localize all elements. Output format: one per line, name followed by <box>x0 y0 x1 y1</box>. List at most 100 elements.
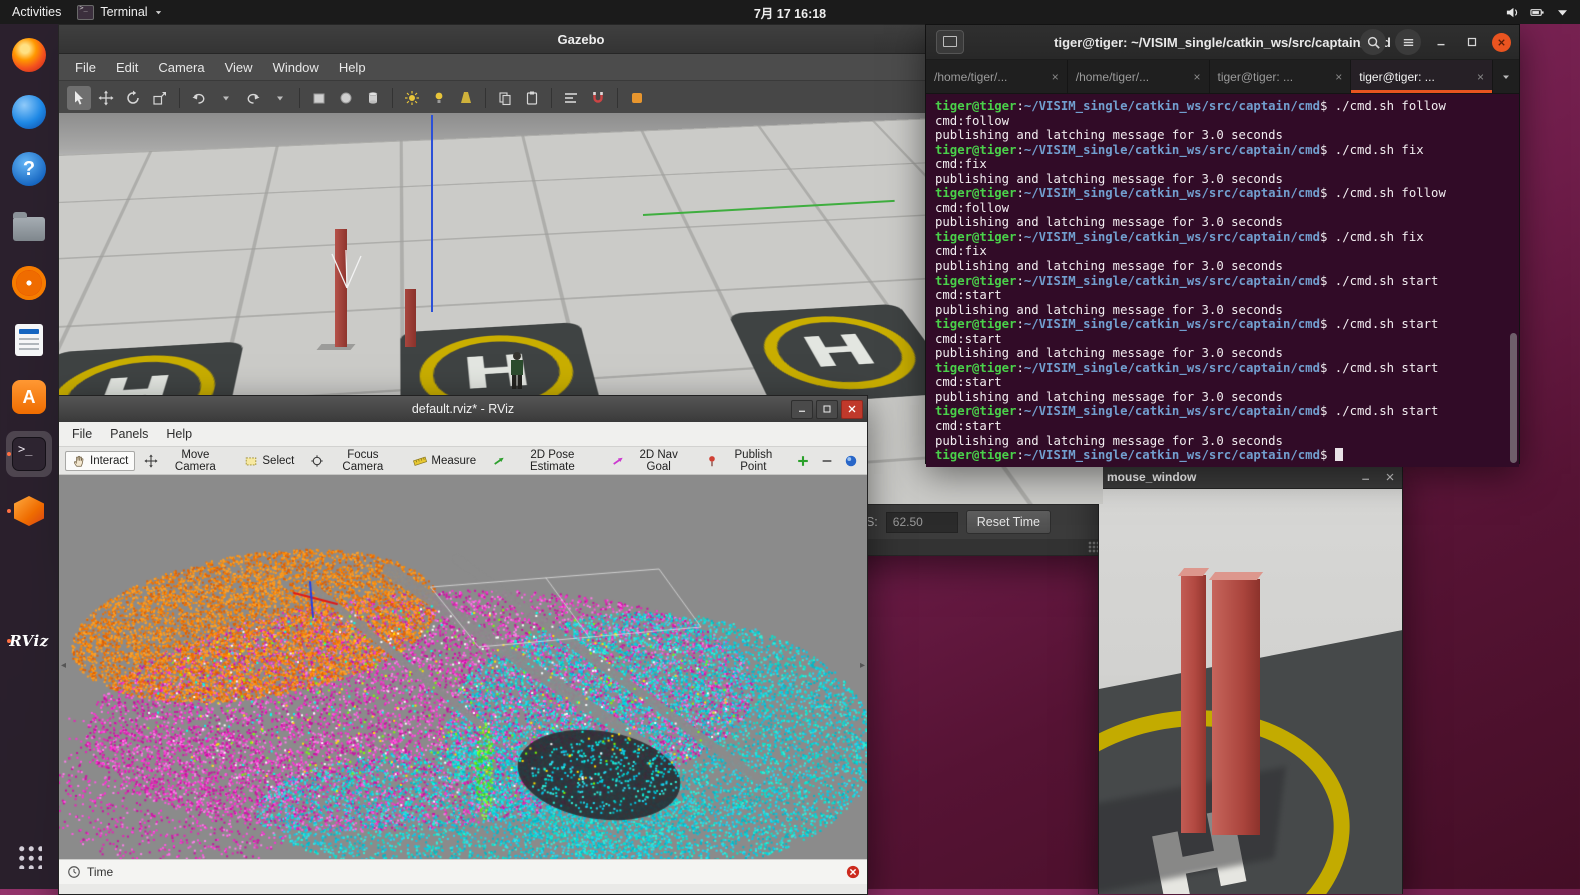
rotate-tool-button[interactable] <box>121 86 145 110</box>
prompt-path: ~/VISIM_single/catkin_ws/src/captain/cmd <box>1024 448 1320 462</box>
rviz-toolbar: InteractMove CameraSelectFocus CameraMea… <box>59 447 867 475</box>
box-tool-button[interactable] <box>307 86 331 110</box>
battery-icon <box>1530 5 1545 20</box>
close-button[interactable] <box>1492 33 1511 52</box>
minus-button[interactable] <box>817 451 837 471</box>
dock-item-rviz[interactable]: RViz <box>6 618 52 664</box>
dock-item-ubuntu-software[interactable] <box>6 374 52 420</box>
terminal-tab-1[interactable]: /home/tiger/...× <box>926 60 1068 93</box>
terminal-headerbar[interactable]: tiger@tiger: ~/VISIM_single/catkin_ws/sr… <box>926 25 1519 60</box>
antenna-model <box>327 246 367 290</box>
tab-close-icon[interactable]: × <box>1477 70 1484 84</box>
rviz-titlebar[interactable]: default.rviz* - RViz <box>59 396 867 422</box>
minimize-button[interactable] <box>791 400 813 419</box>
point-light-tool-button[interactable] <box>427 86 451 110</box>
gazebo-menu-window[interactable]: Window <box>263 60 329 75</box>
time-panel-close-button[interactable] <box>846 865 860 879</box>
cylinder-tool-button[interactable] <box>361 86 385 110</box>
dock-item-thunderbird[interactable] <box>6 89 52 135</box>
tab-close-icon[interactable]: × <box>1193 70 1200 84</box>
pointer-tool-button[interactable] <box>67 86 91 110</box>
dock-item-app-grid[interactable] <box>6 833 52 879</box>
clock[interactable]: 7月 17 16:18 <box>754 3 826 22</box>
menu-button[interactable] <box>1395 29 1421 55</box>
dock-item-help[interactable] <box>6 146 52 192</box>
undo-tool-button[interactable] <box>187 86 211 110</box>
terminal-output[interactable]: tiger@tiger:~/VISIM_single/catkin_ws/src… <box>926 94 1519 467</box>
dock-item-firefox[interactable] <box>6 32 52 78</box>
redo-tool-button[interactable] <box>241 86 265 110</box>
dock-item-rhythmbox[interactable] <box>6 260 52 306</box>
dock-item-gazebo[interactable] <box>6 488 52 534</box>
move-camera-tool-button[interactable]: Move Camera <box>137 446 235 476</box>
command-text: ./cmd.sh fix <box>1335 230 1424 244</box>
gazebo-menu-file[interactable]: File <box>65 60 106 75</box>
2d-nav-goal-tool-button[interactable]: 2D Nav Goal <box>604 446 696 476</box>
rviz-menu-help[interactable]: Help <box>157 427 201 441</box>
toolbar-separator <box>299 88 300 108</box>
minimize-button[interactable] <box>1360 471 1372 483</box>
mouse-window-titlebar[interactable]: mouse_window <box>1099 465 1402 489</box>
search-button[interactable] <box>1360 29 1386 55</box>
align-tool-button[interactable] <box>559 86 583 110</box>
publish-point-tool-button[interactable]: Publish Point <box>698 446 791 476</box>
terminal-app-icon[interactable] <box>936 30 964 54</box>
interact-tool-button[interactable]: Interact <box>65 451 135 471</box>
focus-camera-tool-button[interactable]: Focus Camera <box>303 446 404 476</box>
terminal-scrollbar[interactable] <box>1510 333 1517 463</box>
time-panel-label: Time <box>87 865 113 879</box>
gazebo-menu-view[interactable]: View <box>215 60 263 75</box>
sun-tool-button[interactable] <box>400 86 424 110</box>
terminal-tab-3[interactable]: tiger@tiger: ...× <box>1210 60 1352 93</box>
point-light-icon <box>431 90 447 106</box>
copy-tool-button[interactable] <box>493 86 517 110</box>
dock-item-terminal[interactable] <box>6 431 52 477</box>
rviz-menu-panels[interactable]: Panels <box>101 427 157 441</box>
gazebo-menu-camera[interactable]: Camera <box>148 60 214 75</box>
select-tool-button[interactable]: Select <box>237 451 301 471</box>
maximize-button[interactable] <box>816 400 838 419</box>
snap-tool-button[interactable] <box>586 86 610 110</box>
2d-pose-estimate-tool-button[interactable]: 2D Pose Estimate <box>485 446 602 476</box>
dock-item-files[interactable] <box>6 203 52 249</box>
dock-item-libreoffice-writer[interactable] <box>6 317 52 363</box>
panel-expand-left-arrow[interactable]: ◂ <box>61 660 66 671</box>
close-button[interactable] <box>1384 471 1396 483</box>
terminal-tab-2[interactable]: /home/tiger/...× <box>1068 60 1210 93</box>
spot-light-tool-button[interactable] <box>454 86 478 110</box>
reset-time-button[interactable]: Reset Time <box>966 510 1051 534</box>
terminal-line: cmd:start <box>935 375 1509 390</box>
system-status-area[interactable] <box>1505 5 1570 20</box>
caret-down-tool-button[interactable] <box>268 86 292 110</box>
tab-list-caret-button[interactable] <box>1493 60 1519 93</box>
rviz-3d-viewport[interactable]: ◂ ▸ <box>59 475 867 859</box>
measure-tool-button[interactable]: Measure <box>406 451 483 471</box>
caret-down-tool-button[interactable] <box>214 86 238 110</box>
minimize-button[interactable] <box>1430 31 1452 53</box>
close-button[interactable] <box>841 400 863 419</box>
joint-tool-button[interactable] <box>625 86 649 110</box>
output-text: publishing and latching message for 3.0 … <box>935 215 1283 229</box>
tab-close-icon[interactable]: × <box>1052 70 1059 84</box>
gazebo-menu-help[interactable]: Help <box>329 60 376 75</box>
scale-tool-button[interactable] <box>148 86 172 110</box>
sphere-tool-button[interactable] <box>334 86 358 110</box>
rviz-menu-file[interactable]: File <box>63 427 101 441</box>
caret-down-icon <box>1555 5 1570 20</box>
panel-expand-right-arrow[interactable]: ▸ <box>860 660 865 671</box>
tab-close-icon[interactable]: × <box>1335 70 1342 84</box>
ubuntu-dock: RViz <box>0 24 58 889</box>
app-menu[interactable]: Terminal <box>77 5 162 20</box>
point-cloud-canvas[interactable] <box>59 475 867 859</box>
activities-button[interactable]: Activities <box>12 5 61 19</box>
move-tool-button[interactable] <box>94 86 118 110</box>
maximize-button[interactable] <box>1461 31 1483 53</box>
terminal-tab-4[interactable]: tiger@tiger: ...× <box>1351 60 1493 93</box>
paste-tool-button[interactable] <box>520 86 544 110</box>
blue-sphere-button[interactable] <box>841 451 861 471</box>
prompt-path: ~/VISIM_single/catkin_ws/src/captain/cmd <box>1024 361 1320 375</box>
plus-button[interactable] <box>793 451 813 471</box>
gazebo-menu-edit[interactable]: Edit <box>106 60 148 75</box>
gazebo-z-axis-line <box>431 115 433 312</box>
gazebo-panel-collapse-arrow[interactable]: ◂ <box>61 303 66 314</box>
